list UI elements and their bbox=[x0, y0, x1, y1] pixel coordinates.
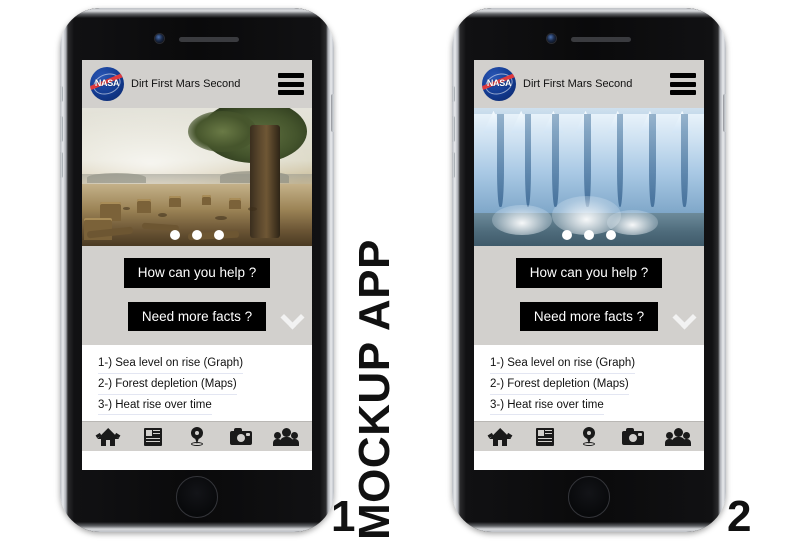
list-item[interactable]: 3-) Heat rise over time bbox=[490, 397, 604, 416]
list-item[interactable]: 1-) Sea level on rise (Graph) bbox=[490, 355, 636, 374]
nasa-logo-icon: NASA bbox=[482, 67, 516, 101]
app-header: NASA Dirt First Mars Second bbox=[82, 60, 312, 108]
phone-mockup-2: NASA Dirt First Mars Second How can you … bbox=[452, 8, 726, 532]
help-row: How can you help ? bbox=[474, 258, 704, 288]
home-button[interactable] bbox=[568, 476, 610, 518]
how-can-you-help-button[interactable]: How can you help ? bbox=[123, 258, 271, 288]
app-title: Dirt First Mars Second bbox=[523, 78, 633, 90]
silent-switch[interactable] bbox=[452, 86, 455, 102]
top-bezel bbox=[452, 8, 726, 60]
carousel-dot[interactable] bbox=[214, 230, 224, 240]
carousel-dot[interactable] bbox=[170, 230, 180, 240]
volume-up-button[interactable] bbox=[60, 116, 63, 142]
volume-down-button[interactable] bbox=[452, 152, 455, 178]
home-icon[interactable] bbox=[95, 426, 121, 448]
home-icon[interactable] bbox=[487, 426, 513, 448]
camera-icon[interactable] bbox=[229, 426, 253, 448]
hero-carousel[interactable] bbox=[474, 108, 704, 246]
earpiece-speaker bbox=[571, 37, 631, 42]
facts-row: Need more facts ? bbox=[82, 301, 312, 332]
front-camera-icon bbox=[155, 34, 164, 43]
app-header: NASA Dirt First Mars Second bbox=[474, 60, 704, 108]
volume-down-button[interactable] bbox=[60, 152, 63, 178]
carousel-dot[interactable] bbox=[606, 230, 616, 240]
location-pin-icon[interactable] bbox=[577, 426, 601, 448]
list-item[interactable]: 1-) Sea level on rise (Graph) bbox=[98, 355, 244, 374]
home-button[interactable] bbox=[176, 476, 218, 518]
silent-switch[interactable] bbox=[60, 86, 63, 102]
earpiece-speaker bbox=[179, 37, 239, 42]
nasa-logo-icon: NASA bbox=[90, 67, 124, 101]
news-document-icon[interactable] bbox=[533, 426, 557, 448]
power-button[interactable] bbox=[723, 94, 726, 132]
mockup-app-label-left: MOCKUP APP bbox=[0, 239, 7, 540]
hamburger-menu-icon[interactable] bbox=[278, 73, 304, 95]
help-row: How can you help ? bbox=[82, 258, 312, 288]
phone-body: NASA Dirt First Mars Second How can you … bbox=[60, 8, 334, 532]
phone-caption-2: 2 bbox=[727, 492, 752, 541]
people-group-icon[interactable] bbox=[664, 426, 691, 448]
mockup-app-label-right: MOCKUP APP bbox=[350, 239, 399, 540]
how-can-you-help-button[interactable]: How can you help ? bbox=[515, 258, 663, 288]
list-item[interactable]: 2-) Forest depletion (Maps) bbox=[98, 376, 237, 395]
hamburger-menu-icon[interactable] bbox=[670, 73, 696, 95]
phone-mockup-1: NASA Dirt First Mars Second How can you … bbox=[60, 8, 334, 532]
need-more-facts-button[interactable]: Need more facts ? bbox=[127, 301, 267, 332]
bottom-tab-bar bbox=[474, 421, 704, 452]
people-group-icon[interactable] bbox=[272, 426, 299, 448]
deforestation-image bbox=[82, 108, 312, 246]
action-panel: How can you help ? Need more facts ? bbox=[474, 246, 704, 346]
chevron-down-icon[interactable] bbox=[282, 306, 302, 326]
location-pin-icon[interactable] bbox=[185, 426, 209, 448]
power-button[interactable] bbox=[331, 94, 334, 132]
carousel-dot[interactable] bbox=[192, 230, 202, 240]
top-bezel bbox=[60, 8, 334, 60]
bottom-tab-bar bbox=[82, 421, 312, 452]
hero-carousel[interactable] bbox=[82, 108, 312, 246]
carousel-dot[interactable] bbox=[584, 230, 594, 240]
poster-canvas: MOCKUP APP MOCKUP APP NASA Dirt First Ma… bbox=[0, 0, 800, 546]
carousel-dots[interactable] bbox=[170, 230, 224, 240]
facts-row: Need more facts ? bbox=[474, 301, 704, 332]
front-camera-icon bbox=[547, 34, 556, 43]
carousel-dots[interactable] bbox=[562, 230, 616, 240]
phone-screen-2: NASA Dirt First Mars Second How can you … bbox=[474, 60, 704, 470]
glacier-calving-image bbox=[474, 108, 704, 246]
phone-screen-1: NASA Dirt First Mars Second How can you … bbox=[82, 60, 312, 470]
news-document-icon[interactable] bbox=[141, 426, 165, 448]
app-title: Dirt First Mars Second bbox=[131, 78, 241, 90]
chevron-down-icon[interactable] bbox=[674, 306, 694, 326]
volume-up-button[interactable] bbox=[452, 116, 455, 142]
phone-body: NASA Dirt First Mars Second How can you … bbox=[452, 8, 726, 532]
list-item[interactable]: 3-) Heat rise over time bbox=[98, 397, 212, 416]
list-item[interactable]: 2-) Forest depletion (Maps) bbox=[490, 376, 629, 395]
action-panel: How can you help ? Need more facts ? bbox=[82, 246, 312, 346]
nasa-wordmark: NASA bbox=[94, 78, 120, 88]
need-more-facts-button[interactable]: Need more facts ? bbox=[519, 301, 659, 332]
facts-list: 1-) Sea level on rise (Graph) 2-) Forest… bbox=[474, 345, 704, 422]
phone-caption-1: 1 bbox=[331, 492, 356, 541]
facts-list: 1-) Sea level on rise (Graph) 2-) Forest… bbox=[82, 345, 312, 422]
nasa-wordmark: NASA bbox=[486, 78, 512, 88]
carousel-dot[interactable] bbox=[562, 230, 572, 240]
camera-icon[interactable] bbox=[621, 426, 645, 448]
